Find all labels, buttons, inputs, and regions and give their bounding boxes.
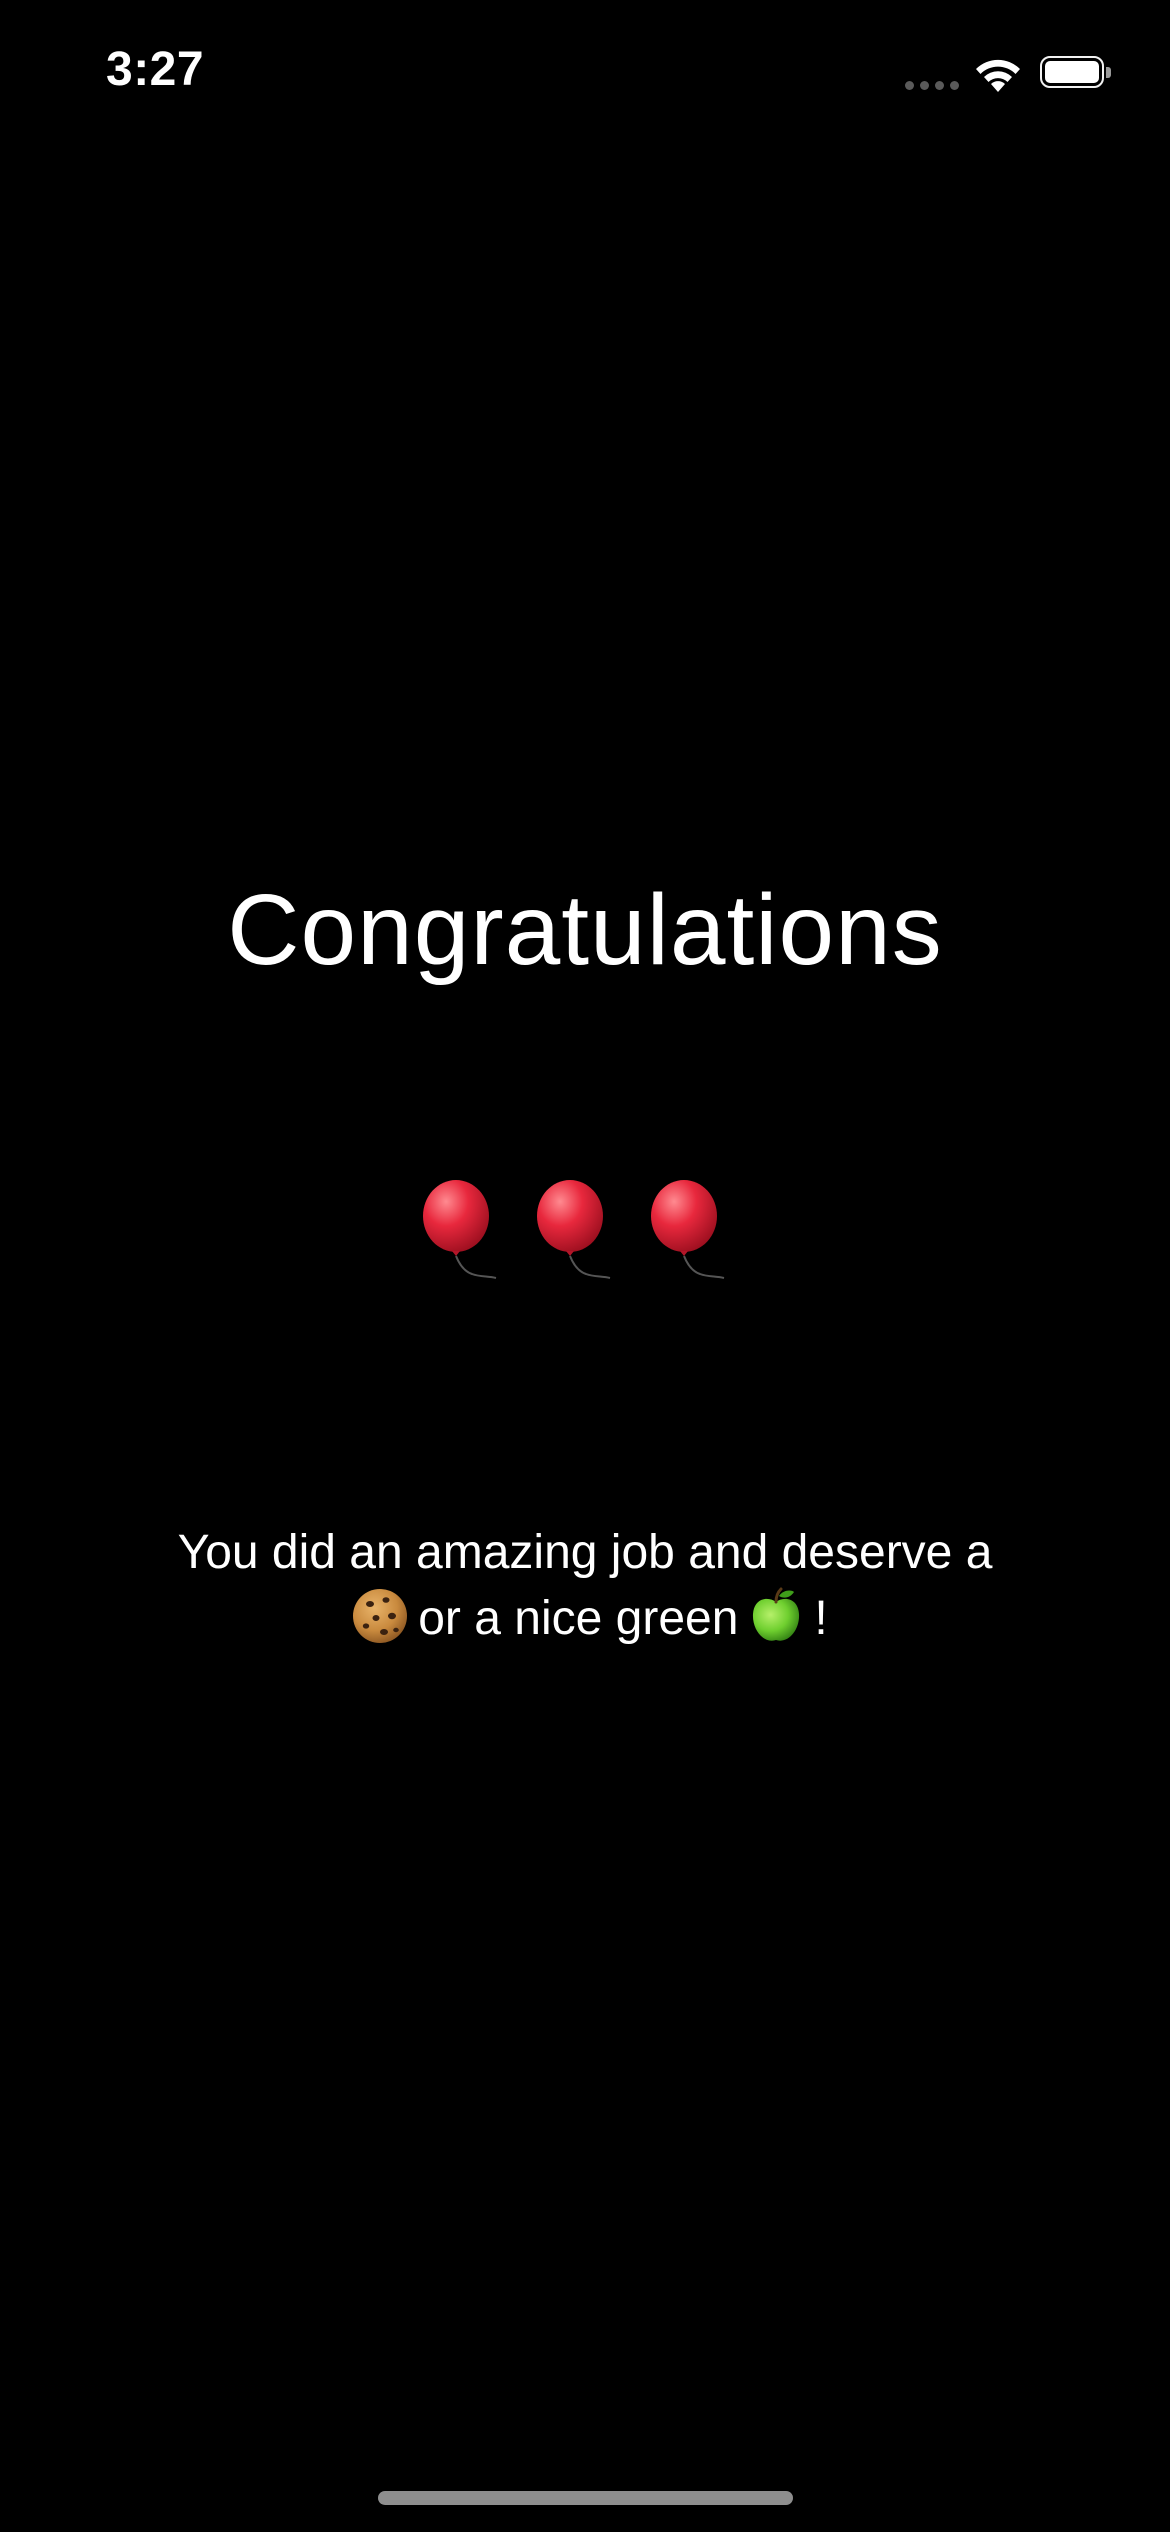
balloon-row: [0, 1180, 1170, 1290]
message-line-2-middle: or a nice green: [418, 1592, 739, 1645]
red-balloon-icon: [537, 1180, 611, 1279]
message-line-2-end: !: [814, 1592, 828, 1645]
cookie-icon: [353, 1589, 408, 1643]
page-title: Congratulations: [227, 874, 943, 986]
red-balloon-icon: [423, 1180, 497, 1279]
battery-icon: [1040, 56, 1114, 92]
red-balloon-icon: [651, 1180, 725, 1279]
status-time: 3:27: [106, 43, 205, 96]
cellular-signal-icon: [905, 81, 959, 91]
reward-message: You did an amazing job and deserve a or …: [100, 1520, 1070, 1652]
message-line-1: You did an amazing job and deserve a: [177, 1526, 993, 1579]
wifi-icon: [976, 59, 1020, 92]
home-indicator[interactable]: [378, 2491, 793, 2505]
congratulations-screen: 3:27 Congratulations You did an amazing …: [0, 0, 1170, 2532]
status-bar: 3:27: [0, 0, 1170, 150]
green-apple-icon: [753, 1587, 800, 1641]
message-line-2: or a nice green !: [100, 1586, 1070, 1652]
